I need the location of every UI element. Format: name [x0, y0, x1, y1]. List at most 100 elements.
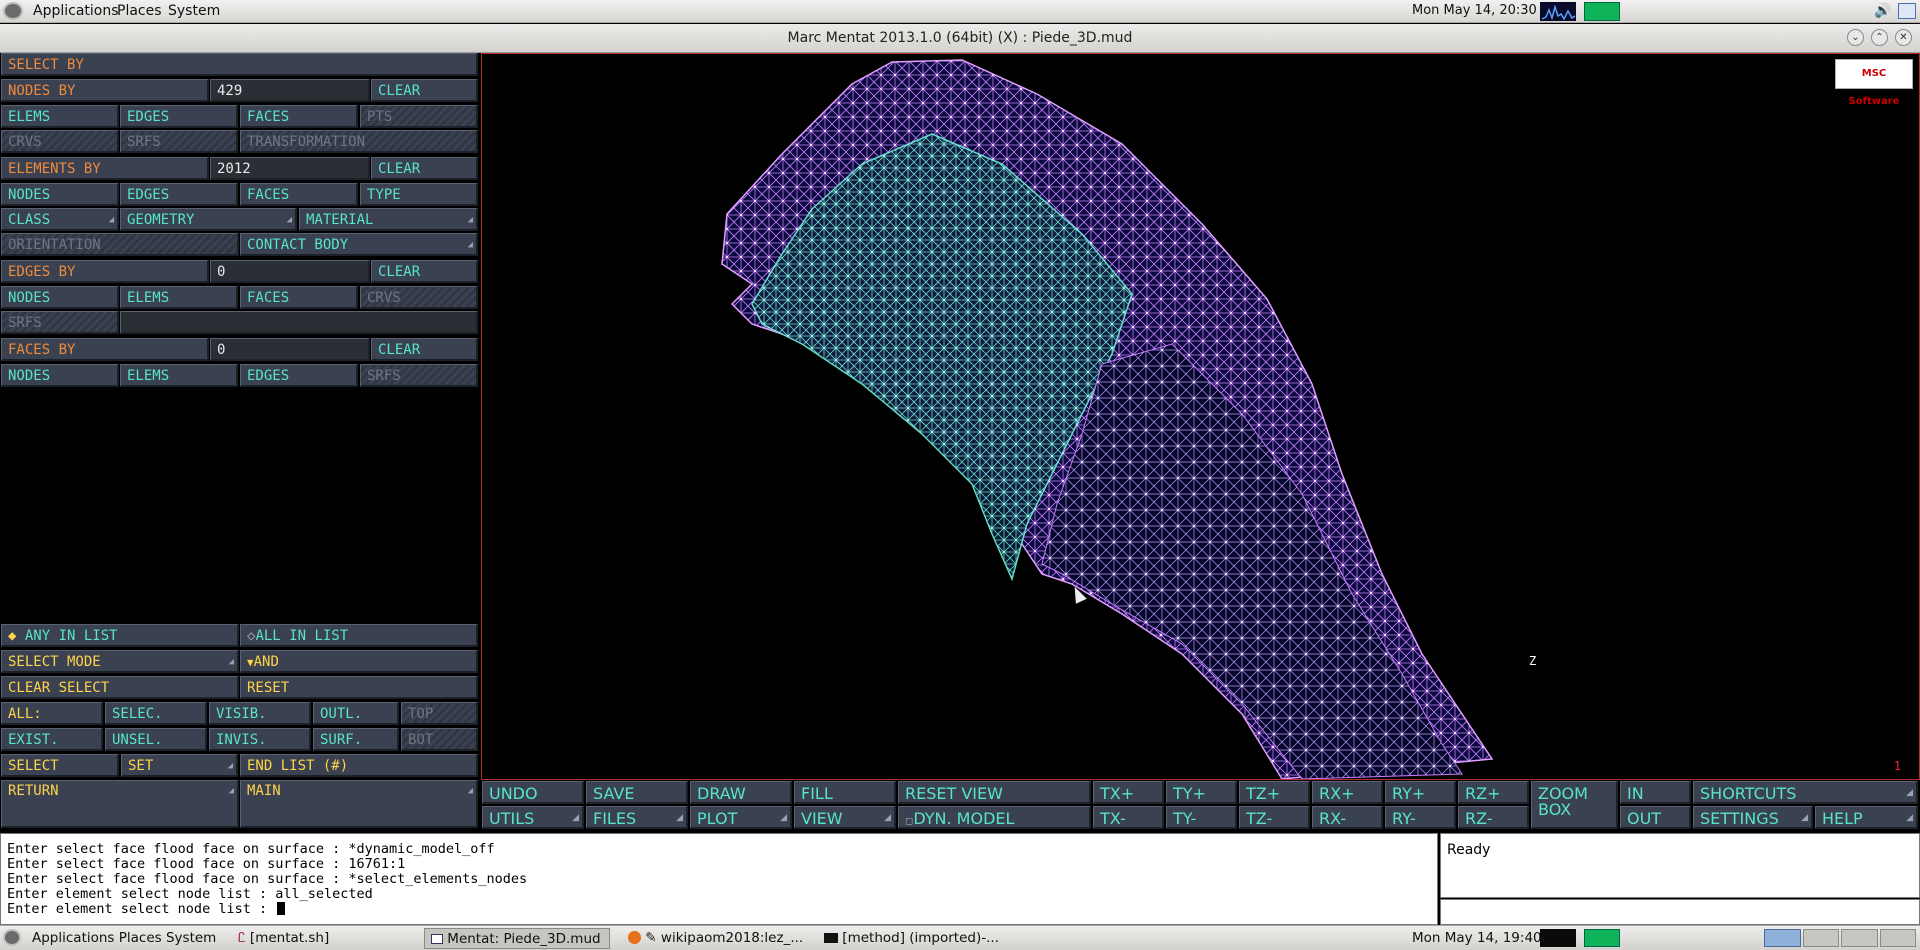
workspace-4[interactable] — [1879, 929, 1916, 947]
select-button[interactable]: SELECT — [1, 754, 119, 777]
close-button[interactable]: ✕ — [1895, 29, 1912, 46]
edges-clear-button[interactable]: CLEAR — [371, 260, 478, 283]
minimize-button[interactable]: ⌄ — [1847, 29, 1864, 46]
save-button[interactable]: SAVE — [586, 781, 688, 804]
ty-minus-button[interactable]: TY- — [1166, 806, 1237, 829]
tx-minus-button[interactable]: TX- — [1093, 806, 1164, 829]
all-selected-button[interactable]: SELEC. — [105, 702, 207, 725]
volume-icon[interactable]: 🔊 — [1874, 3, 1891, 19]
ry-plus-button[interactable]: RY+ — [1385, 781, 1456, 804]
nodes-by-count: 429 — [210, 79, 370, 102]
set-button[interactable]: SET ◢ — [121, 754, 238, 777]
mentat-menu-panel: SELECT BY NODES BY 429 CLEAR ELEMS EDGES… — [0, 53, 479, 831]
tz-minus-button[interactable]: TZ- — [1239, 806, 1310, 829]
faces-by-elems-button[interactable]: ELEMS — [120, 364, 238, 387]
taskbar-clock[interactable]: Mon May 14, 19:40 — [1412, 930, 1542, 946]
elements-by-faces-button[interactable]: FACES — [240, 183, 358, 206]
zoom-out-button[interactable]: OUT — [1620, 806, 1691, 829]
utils-button[interactable]: UTILS ◢ — [482, 806, 584, 829]
contact-body-label: CONTACT BODY — [247, 237, 349, 253]
plot-button[interactable]: PLOT ◢ — [690, 806, 792, 829]
applications-menu[interactable]: Applications — [33, 3, 119, 19]
tx-plus-button[interactable]: TX+ — [1093, 781, 1164, 804]
settings-button[interactable]: SETTINGS ◢ — [1693, 806, 1813, 829]
zoom-in-button[interactable]: IN — [1620, 781, 1691, 804]
msc-software-logo: MSC Software — [1835, 59, 1913, 107]
nodes-by-elems-button[interactable]: ELEMS — [1, 105, 119, 128]
workspace-3[interactable] — [1841, 929, 1878, 947]
elements-by-material-button[interactable]: MATERIAL ◢ — [299, 208, 478, 231]
elements-by-nodes-button[interactable]: NODES — [1, 183, 119, 206]
view-button[interactable]: VIEW ◢ — [794, 806, 896, 829]
console-input-line[interactable]: Enter element select node list : — [7, 902, 1437, 917]
task-applications[interactable]: Applications Places System — [26, 928, 226, 949]
task-firefox-label: wikipaom2018:lez_... — [660, 930, 804, 946]
task-method[interactable]: [method] (imported)-... — [818, 928, 1018, 949]
view-label: VIEW — [801, 809, 843, 828]
nodes-by-edges-button[interactable]: EDGES — [120, 105, 238, 128]
elements-clear-button[interactable]: CLEAR — [371, 157, 478, 180]
places-menu[interactable]: Places — [117, 3, 162, 19]
all-in-list-radio[interactable]: ◇ALL IN LIST — [240, 624, 478, 647]
window-titlebar[interactable]: Marc Mentat 2013.1.0 (64bit) (X) : Piede… — [0, 24, 1920, 53]
dyn-model-toggle[interactable]: ◻DYN. MODEL — [898, 806, 1091, 829]
clear-select-button[interactable]: CLEAR SELECT — [1, 676, 239, 699]
elements-by-class-button[interactable]: CLASS ◢ — [1, 208, 119, 231]
task-mentat-sh[interactable]: Ꮭ [mentat.sh] — [232, 928, 422, 949]
nodes-clear-button[interactable]: CLEAR — [371, 79, 478, 102]
nodes-by-faces-button[interactable]: FACES — [240, 105, 358, 128]
all-exist-button[interactable]: EXIST. — [1, 728, 103, 751]
and-mode-button[interactable]: ▼AND — [240, 650, 478, 673]
all-outline-button[interactable]: OUTL. — [313, 702, 399, 725]
reset-button[interactable]: RESET — [240, 676, 478, 699]
edges-by-nodes-button[interactable]: NODES — [1, 286, 119, 309]
help-button[interactable]: HELP ◢ — [1815, 806, 1918, 829]
faces-by-nodes-button[interactable]: NODES — [1, 364, 119, 387]
panel-clock[interactable]: Mon May 14, 20:30 — [1412, 3, 1537, 18]
rx-minus-button[interactable]: RX- — [1312, 806, 1383, 829]
shortcuts-button[interactable]: SHORTCUTS ◢ — [1693, 781, 1918, 804]
any-in-list-radio[interactable]: ◆ ANY IN LIST — [1, 624, 239, 647]
return-button[interactable]: RETURN ◢ — [1, 780, 239, 828]
graphics-viewport[interactable]: MSC Software Z 1 — [481, 53, 1920, 780]
window-list-icon[interactable] — [1898, 3, 1916, 19]
edges-by-faces-button[interactable]: FACES — [240, 286, 358, 309]
system-menu[interactable]: System — [168, 3, 220, 19]
gnome-foot-icon[interactable] — [3, 2, 23, 20]
files-button[interactable]: FILES ◢ — [586, 806, 688, 829]
undo-button[interactable]: UNDO — [482, 781, 584, 804]
edges-by-elems-button[interactable]: ELEMS — [120, 286, 238, 309]
main-button[interactable]: MAIN ◢ — [240, 780, 478, 828]
elements-by-geometry-button[interactable]: GEOMETRY ◢ — [120, 208, 297, 231]
elements-by-type-button[interactable]: TYPE — [360, 183, 478, 206]
end-list-button[interactable]: END LIST (#) — [240, 754, 478, 777]
task-mentat-window[interactable]: Mentat: Piede_3D.mud — [424, 928, 610, 949]
all-visible-button[interactable]: VISIB. — [209, 702, 311, 725]
console-prompt: Enter element select node list : — [7, 901, 276, 917]
workspace-switcher[interactable] — [1764, 929, 1916, 947]
tz-plus-button[interactable]: TZ+ — [1239, 781, 1310, 804]
gnome-foot-icon[interactable] — [3, 929, 21, 946]
workspace-2[interactable] — [1802, 929, 1839, 947]
workspace-1[interactable] — [1764, 929, 1801, 947]
rz-minus-button[interactable]: RZ- — [1458, 806, 1529, 829]
rx-plus-button[interactable]: RX+ — [1312, 781, 1383, 804]
all-invisible-button[interactable]: INVIS. — [209, 728, 311, 751]
zoom-box-button[interactable]: ZOOM BOX — [1531, 781, 1618, 829]
elements-by-edges-button[interactable]: EDGES — [120, 183, 238, 206]
all-unselected-button[interactable]: UNSEL. — [105, 728, 207, 751]
select-mode-button[interactable]: SELECT MODE ◢ — [1, 650, 239, 673]
reset-view-button[interactable]: RESET VIEW — [898, 781, 1091, 804]
draw-button[interactable]: DRAW — [690, 781, 792, 804]
fill-button[interactable]: FILL — [794, 781, 896, 804]
task-firefox[interactable]: ✎ wikipaom2018:lez_... — [622, 928, 812, 949]
all-surface-button[interactable]: SURF. — [313, 728, 399, 751]
rz-plus-button[interactable]: RZ+ — [1458, 781, 1529, 804]
faces-by-edges-button[interactable]: EDGES — [240, 364, 358, 387]
elements-by-contact-body-button[interactable]: CONTACT BODY ◢ — [240, 233, 478, 256]
faces-clear-button[interactable]: CLEAR — [371, 338, 478, 361]
command-console[interactable]: Enter select face flood face on surface … — [0, 833, 1438, 925]
maximize-button[interactable]: ⌃ — [1871, 29, 1888, 46]
ty-plus-button[interactable]: TY+ — [1166, 781, 1237, 804]
ry-minus-button[interactable]: RY- — [1385, 806, 1456, 829]
